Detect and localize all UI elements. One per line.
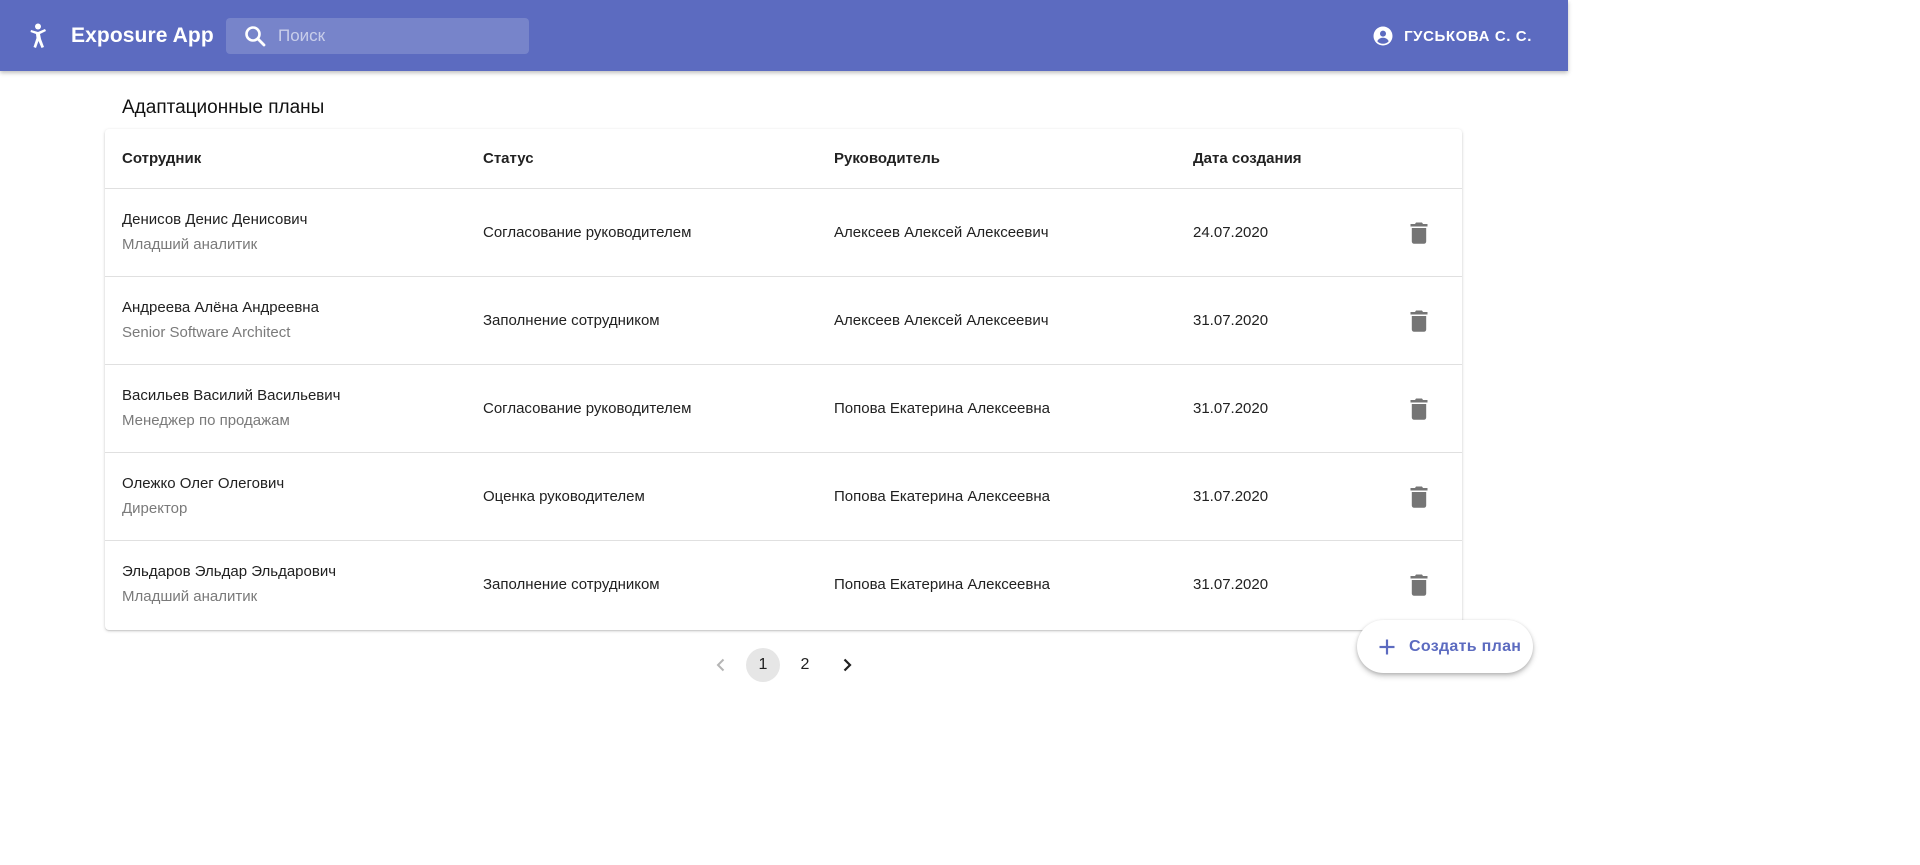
trash-icon (1410, 574, 1428, 596)
figure-icon[interactable] (27, 22, 53, 50)
created-date: 31.07.2020 (1193, 400, 1269, 417)
table-row[interactable]: Олежко Олег Олегович Директор Оценка рук… (105, 453, 1462, 541)
column-header-status[interactable]: Статус (483, 149, 534, 169)
employee-name: Васильев Василий Васильевич (122, 387, 341, 404)
page-button-1[interactable]: 1 (746, 648, 780, 682)
table-row[interactable]: Васильев Василий Васильевич Менеджер по … (105, 365, 1462, 453)
employee-name: Олежко Олег Олегович (122, 475, 285, 492)
employee-position: Менеджер по продажам (122, 412, 290, 429)
table-row[interactable]: Эльдаров Эльдар Эльдарович Младший анали… (105, 541, 1462, 629)
delete-button[interactable] (1399, 565, 1439, 605)
pagination: 1 2 (0, 648, 1568, 684)
user-name: ГУСЬКОВА С. С. (1404, 27, 1532, 45)
trash-icon (1410, 310, 1428, 332)
create-plan-label: Создать план (1409, 637, 1522, 655)
manager-name: Попова Екатерина Алексеевна (834, 488, 1050, 505)
column-header-employee[interactable]: Сотрудник (122, 149, 201, 169)
plan-status: Оценка руководителем (483, 488, 645, 505)
table-row[interactable]: Андреева Алёна Андреевна Senior Software… (105, 277, 1462, 365)
manager-name: Алексеев Алексей Алексеевич (834, 312, 1049, 329)
employee-position: Директор (122, 500, 188, 517)
plan-status: Заполнение сотрудником (483, 576, 660, 593)
trash-icon (1410, 398, 1428, 420)
manager-name: Попова Екатерина Алексеевна (834, 576, 1050, 593)
plus-icon (1377, 637, 1397, 657)
employee-name: Андреева Алёна Андреевна (122, 299, 319, 316)
app-bar: Exposure App ГУСЬКОВА С. С. (0, 0, 1568, 71)
create-plan-button[interactable]: Создать план (1357, 620, 1533, 673)
column-header-created[interactable]: Дата создания (1193, 149, 1302, 169)
plan-status: Согласование руководителем (483, 400, 692, 417)
plan-status: Заполнение сотрудником (483, 312, 660, 329)
trash-icon (1410, 486, 1428, 508)
delete-button[interactable] (1399, 213, 1439, 253)
table-row[interactable]: Денисов Денис Денисович Младший аналитик… (105, 189, 1462, 277)
delete-button[interactable] (1399, 477, 1439, 517)
trash-icon (1410, 222, 1428, 244)
created-date: 31.07.2020 (1193, 312, 1269, 329)
employee-position: Младший аналитик (122, 588, 258, 605)
plan-status: Согласование руководителем (483, 224, 692, 241)
app-title[interactable]: Exposure App (71, 22, 214, 50)
chevron-right-icon (843, 658, 852, 672)
search-input[interactable] (278, 18, 518, 54)
employee-position: Младший аналитик (122, 236, 258, 253)
chevron-left-icon (716, 658, 725, 672)
manager-name: Попова Екатерина Алексеевна (834, 400, 1050, 417)
created-date: 24.07.2020 (1193, 224, 1269, 241)
account-circle-icon (1372, 25, 1394, 47)
previous-page-button[interactable] (704, 648, 738, 682)
created-date: 31.07.2020 (1193, 576, 1269, 593)
delete-button[interactable] (1399, 301, 1439, 341)
employee-position: Senior Software Architect (122, 324, 291, 341)
manager-name: Алексеев Алексей Алексеевич (834, 224, 1049, 241)
employee-name: Денисов Денис Денисович (122, 211, 308, 228)
table-header: Сотрудник Статус Руководитель Дата созда… (105, 129, 1462, 189)
page-title: Адаптационные планы (122, 97, 325, 118)
created-date: 31.07.2020 (1193, 488, 1269, 505)
plans-table: Сотрудник Статус Руководитель Дата созда… (105, 129, 1462, 630)
column-header-manager[interactable]: Руководитель (834, 149, 940, 169)
search-icon (244, 25, 266, 47)
user-menu-button[interactable]: ГУСЬКОВА С. С. (1360, 18, 1544, 54)
next-page-button[interactable] (830, 648, 864, 682)
search-box[interactable] (226, 18, 529, 54)
delete-button[interactable] (1399, 389, 1439, 429)
page-button-2[interactable]: 2 (788, 648, 822, 682)
employee-name: Эльдаров Эльдар Эльдарович (122, 563, 337, 580)
